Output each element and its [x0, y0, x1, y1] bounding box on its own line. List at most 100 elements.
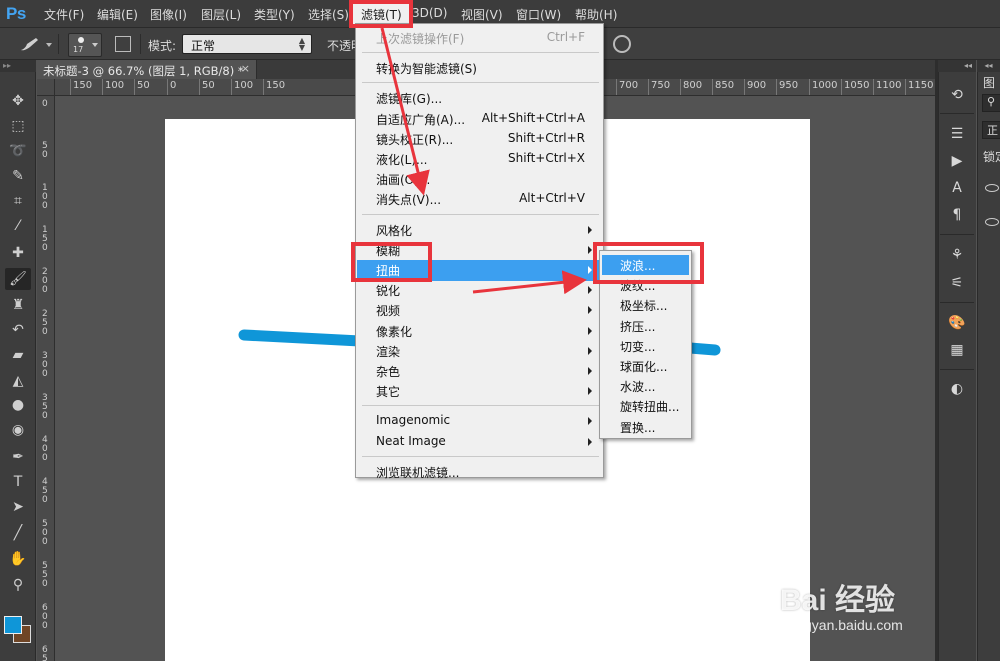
zoom-tool-icon[interactable]: ⚲	[5, 574, 31, 596]
menu-select[interactable]: 选择(S)	[308, 6, 349, 23]
ruler-tick	[648, 79, 649, 95]
ruler-label: 50	[137, 80, 150, 91]
filter-menu-item[interactable]: 风格化	[376, 222, 601, 241]
layers-panel-collapse-handle[interactable]: ◂◂	[977, 60, 1000, 72]
distort-submenu-item[interactable]: 球面化...	[620, 358, 667, 375]
menu-3d[interactable]: 3D(D)	[412, 6, 447, 20]
paint-bucket-tool-icon[interactable]: ◭	[5, 370, 31, 392]
paragraph-panel-icon[interactable]: ¶	[946, 204, 968, 226]
ruler-tick	[712, 79, 713, 95]
menu-window[interactable]: 窗口(W)	[516, 6, 561, 23]
brush-tool-icon[interactable]: 🖌	[5, 268, 31, 290]
filter-menu-item[interactable]: Imagenomic	[376, 413, 601, 432]
menu-layer[interactable]: 图层(L)	[201, 6, 241, 23]
foreground-color-swatch[interactable]	[4, 616, 22, 634]
watermark-url: jingyan.baidu.com	[790, 617, 903, 633]
brush-size-value: 17	[73, 45, 84, 54]
hand-tool-icon[interactable]: ✋	[5, 548, 31, 570]
menu-help[interactable]: 帮助(H)	[575, 6, 617, 23]
blur-tool-icon[interactable]: ●	[5, 394, 31, 416]
brush-tip-icon	[78, 37, 84, 43]
document-tab[interactable]: 未标题-3 @ 66.7% (图层 1, RGB/8) * ×	[37, 60, 257, 79]
history-brush-tool-icon[interactable]: ↶	[5, 319, 31, 341]
path-select-tool-icon[interactable]: ➤	[5, 496, 31, 518]
distort-submenu-item[interactable]: 旋转扭曲...	[620, 398, 679, 415]
quick-select-tool-icon[interactable]: ✎	[5, 165, 31, 187]
menu-type[interactable]: 类型(Y)	[254, 6, 295, 23]
vertical-ruler[interactable]: 0 50 100 150 200 250 300 350 400 450 500 550 600 650	[37, 96, 55, 661]
filter-menu-item[interactable]: 视频	[376, 302, 601, 321]
filter-menu-item[interactable]: 转换为智能滤镜(S)	[376, 60, 601, 79]
history-panel-icon[interactable]: ⟲	[946, 84, 968, 106]
submenu-arrow-icon	[588, 346, 592, 355]
filter-menu-item[interactable]: 像素化	[376, 323, 601, 342]
eyedropper-tool-icon[interactable]: ⁄	[5, 215, 31, 237]
submenu-arrow-icon	[588, 245, 592, 254]
distort-submenu-item[interactable]: 极坐标...	[620, 297, 667, 314]
filter-menu-item[interactable]: 滤镜库(G)...	[376, 90, 601, 109]
filter-menu-item[interactable]: Neat Image	[376, 434, 601, 453]
distort-submenu-item[interactable]: 挤压...	[620, 318, 655, 335]
menu-image[interactable]: 图像(I)	[150, 6, 187, 23]
filter-menu-item[interactable]: 自适应广角(A)... Alt+Shift+Ctrl+A	[376, 111, 601, 130]
filter-menu-item[interactable]: 消失点(V)... Alt+Ctrl+V	[376, 191, 601, 210]
crop-tool-icon[interactable]: ⌗	[5, 190, 31, 212]
distort-submenu-item[interactable]: 置换...	[620, 419, 655, 436]
menu-file[interactable]: 文件(F)	[44, 6, 84, 23]
marquee-tool-icon[interactable]: ⬚	[5, 115, 31, 137]
healing-brush-tool-icon[interactable]: ✚	[5, 242, 31, 264]
eraser-tool-icon[interactable]: ▰	[5, 344, 31, 366]
line-tool-icon[interactable]: ╱	[5, 522, 31, 544]
submenu-arrow-icon	[588, 286, 592, 295]
brush-size-picker[interactable]: 17	[68, 33, 102, 57]
layer-visibility-eye-icon[interactable]	[985, 184, 999, 192]
actions-panel-icon[interactable]: ▶	[946, 150, 968, 172]
dodge-tool-icon[interactable]: ◉	[5, 419, 31, 441]
filter-menu-item[interactable]: 其它	[376, 383, 601, 402]
layers-panel-tab[interactable]: 图	[983, 74, 995, 91]
tool-preset-dropdown-icon[interactable]	[46, 43, 52, 47]
brush-panel-toggle-icon[interactable]	[115, 36, 131, 52]
distort-submenu-item[interactable]: 水波...	[620, 378, 655, 395]
pen-tool-icon[interactable]: ✒	[5, 446, 31, 468]
styles-panel-icon[interactable]: ◐	[946, 378, 968, 400]
filter-menu-item[interactable]: 锐化	[376, 282, 601, 301]
menu-item-label: 液化(L)...	[376, 153, 428, 167]
filter-menu-item[interactable]: 浏览联机滤镜...	[376, 464, 601, 483]
move-tool-icon[interactable]: ✥	[5, 90, 31, 112]
filter-menu-item[interactable]: 渲染	[376, 343, 601, 362]
pressure-opacity-icon[interactable]	[613, 35, 631, 53]
ruler-label: 600	[42, 603, 48, 631]
brush-tool-icon[interactable]	[18, 36, 40, 52]
filter-menu-item[interactable]: 杂色	[376, 363, 601, 382]
lasso-tool-icon[interactable]: ➰	[5, 140, 31, 162]
ruler-tick	[134, 79, 135, 95]
close-icon[interactable]: ×	[241, 62, 250, 75]
filter-menu-item[interactable]: 镜头校正(R)... Shift+Ctrl+R	[376, 131, 601, 150]
ruler-label: 850	[715, 80, 735, 91]
menu-view[interactable]: 视图(V)	[461, 6, 503, 23]
layer-visibility-eye-icon[interactable]	[985, 218, 999, 226]
brush-presets-panel-icon[interactable]: ⚘	[946, 244, 968, 266]
properties-panel-icon[interactable]: ☰	[946, 123, 968, 145]
ruler-label: 550	[42, 561, 48, 589]
character-panel-icon[interactable]: A	[946, 177, 968, 199]
ruler-label: 1000	[812, 80, 838, 91]
blend-mode-select[interactable]: 正常 ▲ ▼	[182, 34, 312, 54]
layer-blend-select[interactable]: 正	[982, 121, 1000, 139]
ruler-tick	[841, 79, 842, 95]
layer-filter-search-icon[interactable]: ⚲	[982, 94, 1000, 112]
type-tool-icon[interactable]: T	[5, 471, 31, 493]
swatches-panel-icon[interactable]: ▦	[946, 339, 968, 361]
panel-collapse-handle[interactable]: ◂◂	[938, 60, 976, 72]
filter-menu-item[interactable]: 液化(L)... Shift+Ctrl+X	[376, 151, 601, 170]
adjustments-panel-icon[interactable]: ⚟	[946, 272, 968, 294]
submenu-arrow-icon	[588, 225, 592, 234]
ruler-origin[interactable]	[37, 79, 55, 96]
toolbox-collapse-handle[interactable]: ▸▸	[0, 60, 36, 72]
stamp-tool-icon[interactable]: ♜	[5, 294, 31, 316]
distort-submenu-item[interactable]: 切变...	[620, 338, 655, 355]
menu-edit[interactable]: 编辑(E)	[97, 6, 138, 23]
filter-menu-item[interactable]: 油画(O)...	[376, 171, 601, 190]
color-panel-icon[interactable]: 🎨	[946, 312, 968, 334]
